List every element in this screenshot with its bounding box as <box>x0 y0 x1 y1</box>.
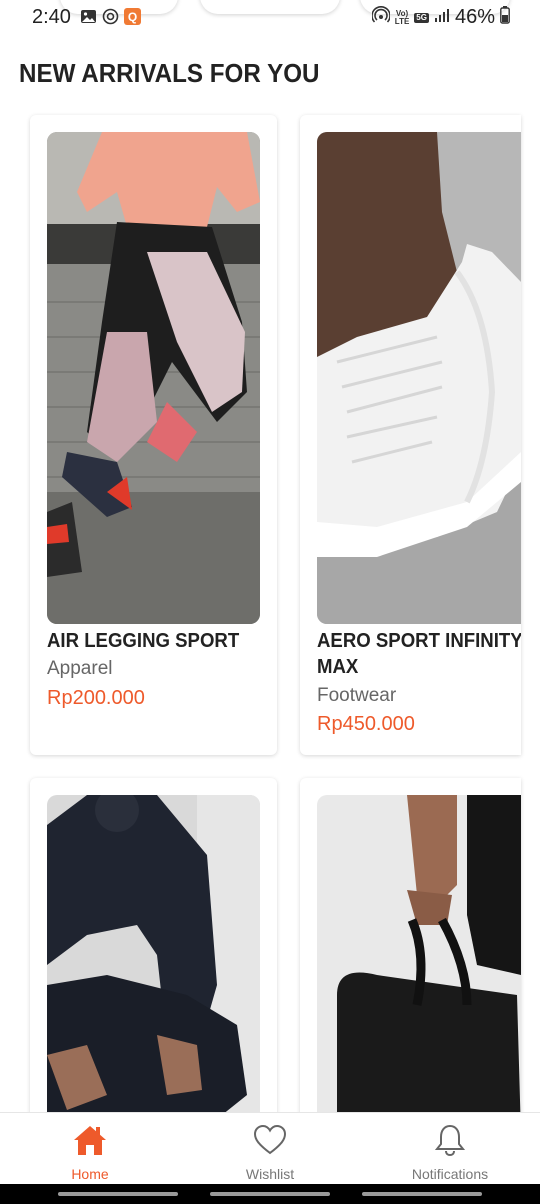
nav-home[interactable]: Home <box>0 1113 180 1185</box>
product-category: Apparel <box>47 658 113 679</box>
product-card[interactable]: AIR LEGGING SPORT Apparel Rp200.000 <box>30 115 277 755</box>
status-time: 2:40 <box>32 6 71 28</box>
nav-home-label: Home <box>71 1166 109 1182</box>
nav-wishlist[interactable]: Wishlist <box>180 1113 360 1185</box>
bell-icon <box>432 1122 468 1158</box>
product-name: AIR LEGGING SPORT <box>47 630 240 652</box>
product-name: AERO SPORT INFINITY MAX <box>317 630 521 678</box>
bottom-navigation: Home Wishlist Notifications <box>0 1112 540 1185</box>
hotspot-icon <box>370 6 391 29</box>
heart-icon <box>252 1122 288 1158</box>
app-q-icon: Q <box>124 8 141 25</box>
system-gesture-handle[interactable] <box>210 1192 330 1196</box>
product-category: Footwear <box>317 685 397 706</box>
status-notification-icons: Q <box>80 8 141 25</box>
nav-notifications-label: Notifications <box>411 1166 489 1182</box>
status-system-icons: Vo) LTE 5G 46% <box>370 6 510 29</box>
status-bar: 2:40 Q Vo) LTE 5G 46% <box>0 0 540 36</box>
product-price: Rp200.000 <box>47 687 145 709</box>
battery-icon <box>500 6 510 29</box>
product-price: Rp450.000 <box>317 713 415 735</box>
signal-icon <box>434 7 450 28</box>
system-gesture-handle[interactable] <box>362 1192 482 1196</box>
home-icon <box>72 1122 108 1158</box>
nav-notifications[interactable]: Notifications <box>360 1113 540 1185</box>
nav-wishlist-label: Wishlist <box>245 1166 295 1182</box>
network-type-badge: 5G <box>414 12 429 23</box>
product-image <box>317 132 521 624</box>
product-image <box>47 132 260 624</box>
product-image <box>47 795 260 1135</box>
volte-indicator: Vo) LTE <box>394 8 410 26</box>
notification-pill <box>200 0 340 14</box>
section-title: NEW ARRIVALS FOR YOU <box>19 58 320 88</box>
system-navigation-bar <box>0 1184 540 1204</box>
battery-percent: 46% <box>454 6 495 28</box>
product-image <box>317 795 521 1135</box>
product-card[interactable]: AERO SPORT INFINITY MAX Footwear Rp450.0… <box>300 115 521 755</box>
camera-icon <box>102 8 119 25</box>
system-gesture-handle[interactable] <box>58 1192 178 1196</box>
gallery-icon <box>80 8 97 25</box>
